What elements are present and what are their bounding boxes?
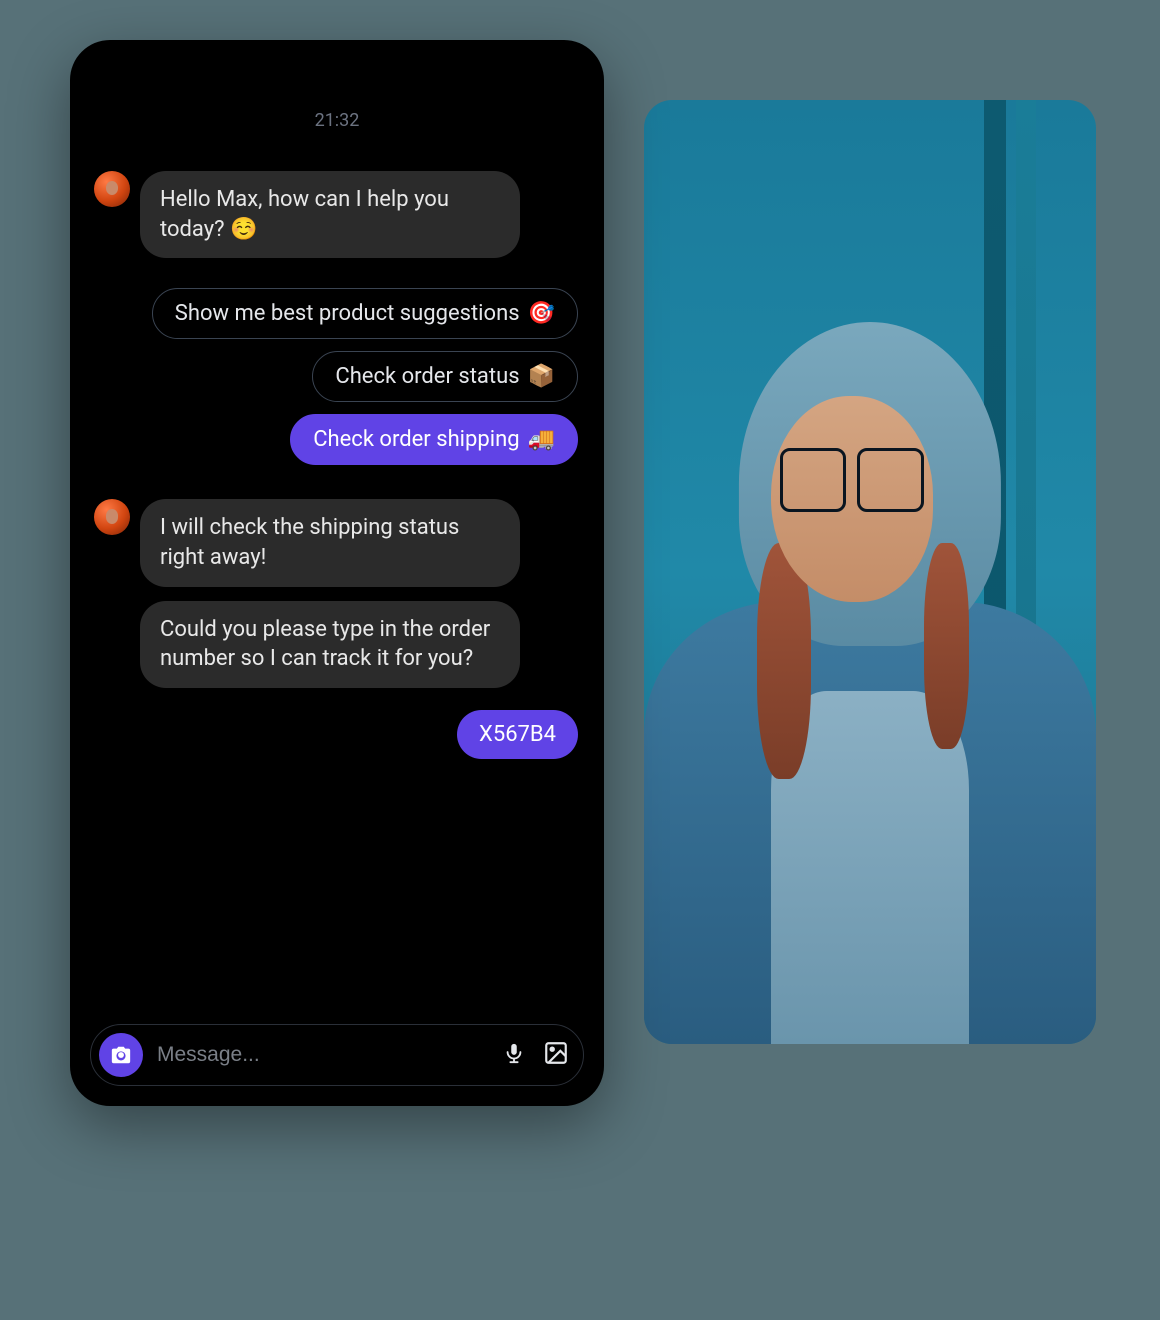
chip-label: Check order shipping (313, 427, 519, 452)
camera-button[interactable] (99, 1033, 143, 1077)
bot-message-row: Hello Max, how can I help you today? ☺️ (90, 171, 584, 258)
person-illustration (644, 308, 1096, 1044)
bot-message-bubble: I will check the shipping status right a… (140, 499, 520, 586)
suggestion-chips: Show me best product suggestions 🎯 Check… (90, 288, 584, 465)
background-photo (644, 100, 1096, 1044)
suggestion-order-shipping[interactable]: Check order shipping 🚚 (290, 414, 578, 465)
chip-label: Show me best product suggestions (175, 301, 520, 326)
target-icon: 🎯 (528, 301, 555, 326)
truck-icon: 🚚 (528, 427, 555, 452)
mic-icon (503, 1040, 525, 1066)
chip-label: Check order status (335, 364, 519, 389)
message-input[interactable] (157, 1043, 489, 1067)
bot-message-row: Could you please type in the order numbe… (136, 601, 584, 688)
image-button[interactable] (543, 1040, 569, 1070)
bot-message-bubble: Hello Max, how can I help you today? ☺️ (140, 171, 520, 258)
mic-button[interactable] (503, 1040, 525, 1070)
user-message-row: X567B4 (90, 710, 584, 759)
chat-timestamp: 21:32 (90, 110, 584, 131)
suggestion-order-status[interactable]: Check order status 📦 (312, 351, 578, 402)
bot-avatar (94, 171, 130, 207)
camera-icon (110, 1044, 132, 1066)
chat-scroll-area[interactable]: Hello Max, how can I help you today? ☺️ … (90, 171, 584, 1024)
bot-avatar (94, 499, 130, 535)
user-message-bubble: X567B4 (457, 710, 578, 759)
message-input-bar (90, 1024, 584, 1086)
suggestion-product[interactable]: Show me best product suggestions 🎯 (152, 288, 578, 339)
package-icon: 📦 (528, 364, 555, 389)
bot-message-bubble: Could you please type in the order numbe… (140, 601, 520, 688)
image-icon (543, 1040, 569, 1066)
bot-message-row: I will check the shipping status right a… (90, 499, 584, 586)
chat-window: 21:32 Hello Max, how can I help you toda… (70, 40, 604, 1106)
